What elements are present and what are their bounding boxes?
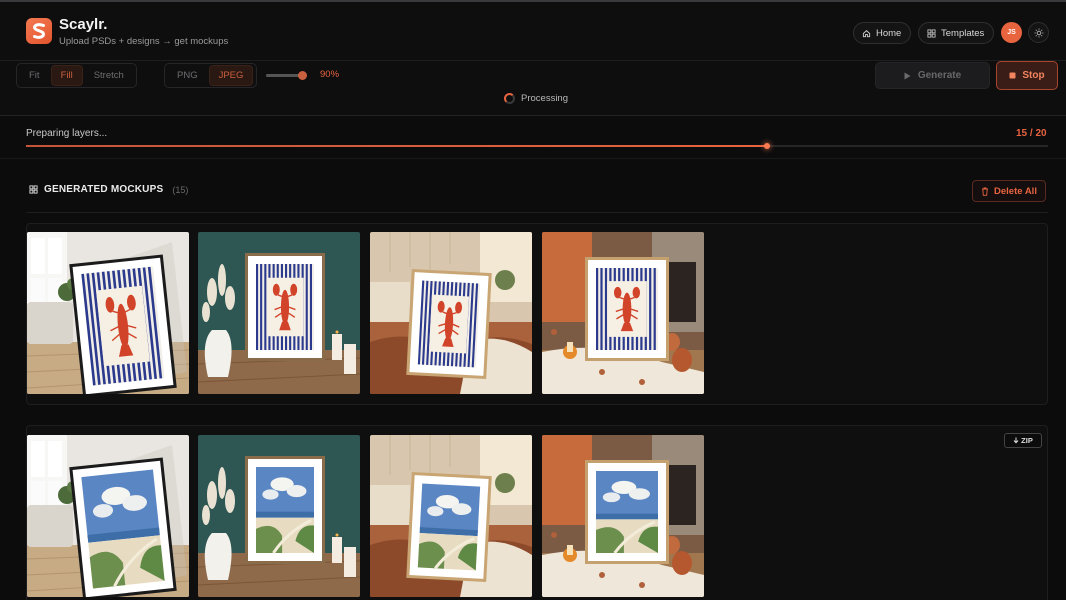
progress-bar-head: [763, 143, 770, 149]
user-avatar[interactable]: JS: [1001, 22, 1022, 43]
quality-value: 90%: [320, 69, 340, 80]
app-tagline: Upload PSDs + designs → get mockups: [59, 36, 229, 47]
fit-option-fit[interactable]: Fit: [20, 66, 49, 85]
trash-icon: [982, 187, 989, 196]
templates-button[interactable]: Templates: [918, 22, 995, 44]
section-header: GENERATED MOCKUPS (15): [29, 184, 188, 195]
processing-label: Processing: [521, 93, 568, 104]
home-button-label: Home: [876, 27, 902, 39]
quality-slider-fill: [266, 74, 302, 77]
fit-option-stretch[interactable]: Stretch: [85, 66, 133, 85]
delete-all-label: Delete All: [994, 185, 1037, 197]
templates-button-label: Templates: [941, 27, 985, 39]
progress-count: 15 / 20: [1016, 128, 1047, 139]
quality-slider-handle[interactable]: [298, 71, 307, 80]
mockup-thumbnail[interactable]: [198, 232, 360, 394]
mockup-thumbnail[interactable]: [370, 435, 532, 597]
stop-icon: [1009, 72, 1016, 79]
stop-button-label: Stop: [1022, 70, 1045, 81]
mockup-thumbnail[interactable]: [542, 435, 704, 597]
delete-all-button[interactable]: Delete All: [972, 180, 1046, 202]
divider: [0, 158, 1066, 159]
download-zip-button[interactable]: ZIP: [1004, 433, 1042, 448]
mockup-thumbnail[interactable]: [370, 232, 532, 394]
progress-bar-fill: [26, 145, 767, 147]
sun-icon: [1034, 28, 1043, 37]
progress-bar: [26, 143, 1048, 149]
mockup-thumbnail[interactable]: [542, 232, 704, 394]
theme-toggle[interactable]: [1028, 22, 1049, 43]
section-title: GENERATED MOCKUPS: [44, 184, 164, 195]
home-icon: [862, 29, 871, 37]
mockup-thumbnail[interactable]: [27, 232, 189, 394]
quality-slider[interactable]: [266, 71, 307, 80]
grid-icon: [927, 28, 936, 38]
mockup-thumbnail[interactable]: [198, 435, 360, 597]
spinner-icon: [504, 93, 515, 104]
play-icon: [904, 72, 911, 79]
generate-button[interactable]: Generate: [875, 62, 990, 89]
section-divider: [26, 212, 1048, 213]
mockup-group-lobster: [26, 223, 1048, 405]
generation-controls: Fit Fill Stretch PNG JPEG 90% Generate S…: [0, 60, 1066, 116]
app-name: Scaylr.: [59, 16, 108, 33]
fit-mode-selector: Fit Fill Stretch: [16, 63, 137, 88]
mockup-group-beach: ZIP: [26, 425, 1048, 600]
grid-icon: [29, 185, 38, 194]
logo-icon[interactable]: [26, 18, 52, 44]
download-icon: [1013, 437, 1019, 444]
stop-button[interactable]: Stop: [996, 61, 1058, 90]
mockup-thumbnail[interactable]: [27, 435, 189, 597]
mockup-count: (15): [172, 184, 189, 195]
format-selector: PNG JPEG: [164, 63, 258, 88]
format-option-jpeg[interactable]: JPEG: [208, 65, 254, 86]
zip-label: ZIP: [1021, 436, 1033, 445]
app-header: Scaylr. Upload PSDs + designs → get mock…: [0, 2, 1066, 60]
format-option-png[interactable]: PNG: [168, 66, 207, 85]
progress-label: Preparing layers...: [26, 128, 108, 139]
home-button[interactable]: Home: [853, 22, 912, 44]
fit-option-fill[interactable]: Fill: [50, 65, 83, 86]
generate-button-label: Generate: [917, 70, 962, 81]
processing-indicator: Processing: [504, 93, 568, 104]
